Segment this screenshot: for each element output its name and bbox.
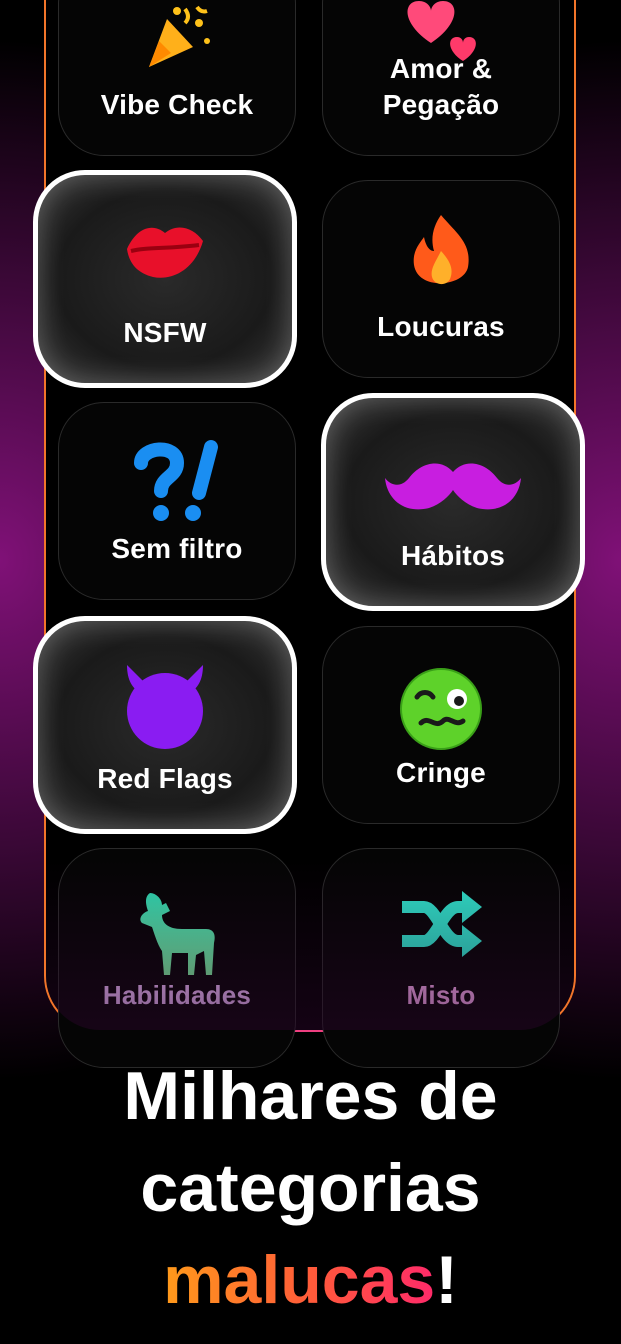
category-card-red-flags[interactable]: Red Flags	[33, 616, 297, 834]
headline-line-1: Milhares de	[123, 1058, 498, 1134]
category-label: NSFW	[123, 317, 207, 348]
category-card-amor-pegacao[interactable]: Amor & Pegação	[322, 0, 560, 156]
category-card-sem-filtro[interactable]: Sem filtro	[58, 402, 296, 600]
party-popper-icon	[59, 1, 295, 71]
category-label: Sem filtro	[111, 533, 243, 564]
shuffle-icon	[323, 879, 559, 963]
headline-line-3: malucas!	[0, 1234, 621, 1326]
woozy-face-icon	[323, 667, 559, 751]
category-card-misto[interactable]: Misto	[322, 848, 560, 1068]
category-card-loucuras[interactable]: Loucuras	[322, 180, 560, 378]
devil-icon	[38, 659, 292, 749]
hearts-icon	[323, 0, 559, 63]
category-card-habilidades[interactable]: Habilidades	[58, 848, 296, 1068]
goat-icon	[59, 889, 295, 977]
category-label: Loucuras	[377, 311, 505, 342]
category-card-habitos[interactable]: Hábitos	[321, 393, 585, 611]
category-card-cringe[interactable]: Cringe	[322, 626, 560, 824]
interrobang-icon	[59, 439, 295, 523]
category-card-vibe-check[interactable]: Vibe Check	[58, 0, 296, 156]
headline: Milhares de categorias malucas!	[0, 1050, 621, 1326]
headline-exclamation: !	[435, 1242, 458, 1318]
category-label: Cringe	[396, 757, 486, 788]
headline-line-2: categorias	[140, 1150, 481, 1226]
category-label: Vibe Check	[100, 89, 254, 120]
fire-icon	[323, 213, 559, 293]
headline-accent: malucas	[163, 1242, 436, 1318]
category-label: Hábitos	[400, 540, 506, 571]
category-label: Habilidades	[102, 980, 252, 1010]
category-label: Red Flags	[97, 763, 233, 794]
mustache-icon	[326, 456, 580, 516]
category-label: Misto	[406, 980, 476, 1010]
category-card-nsfw[interactable]: NSFW	[33, 170, 297, 388]
kiss-lips-icon	[38, 219, 292, 285]
